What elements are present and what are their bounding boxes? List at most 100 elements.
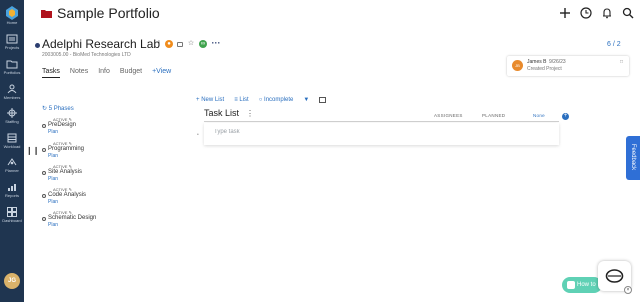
sidebar-item-label: Portfolios [3, 70, 21, 75]
clock-icon[interactable] [580, 7, 592, 19]
workload-icon [7, 133, 17, 143]
close-icon[interactable]: × [624, 286, 632, 294]
none-column-header[interactable]: None [533, 113, 545, 118]
reports-icon [8, 184, 16, 191]
list-view-button[interactable]: ≡ List [234, 97, 249, 103]
info-icon[interactable]: i [157, 40, 161, 48]
divider [204, 121, 559, 122]
members-icon [7, 84, 17, 94]
filter-icon[interactable]: ▼ [303, 97, 309, 103]
project-status-dot [35, 43, 40, 48]
phase-name: PreDesign [48, 122, 77, 128]
top-bar: Sample Portfolio [24, 0, 640, 28]
add-icon[interactable] [559, 7, 571, 19]
orange-status-icon[interactable]: ● [165, 40, 173, 48]
task-input-row [204, 123, 559, 145]
tab-info[interactable]: Info [98, 68, 110, 78]
staffing-icon [7, 108, 17, 118]
sidebar-item-label: Dashboard [2, 218, 22, 223]
activity-date: 9/26/23 [549, 59, 566, 65]
new-list-button[interactable]: + New List [196, 97, 224, 103]
sidebar-item-label: Projects [4, 45, 20, 50]
sidebar-item-projects[interactable]: Projects [0, 34, 24, 50]
star-icon[interactable]: ☆ [187, 40, 195, 48]
add-view-tab[interactable]: +View [152, 68, 171, 78]
projects-icon [6, 34, 18, 44]
comment-icon[interactable]: □ [620, 59, 623, 65]
plus-icon: + [196, 97, 200, 103]
how-to-button[interactable]: How to [562, 277, 602, 293]
phase-name: Site Analysis [48, 169, 83, 175]
calendar-icon[interactable] [319, 97, 327, 103]
more-icon[interactable]: ··· [211, 39, 221, 48]
sidebar-item-members[interactable]: Members [0, 84, 24, 100]
sidebar-item-staffing[interactable]: Staffing [0, 108, 24, 124]
project-actions: i ● ☆ ∞ ··· [157, 39, 221, 48]
member-counter[interactable]: 6 / 2 [607, 41, 621, 48]
sidebar-item-planner[interactable]: Planner [0, 157, 24, 173]
phase-circle-icon: ↻ [42, 106, 48, 112]
phase-circle-icon [42, 148, 46, 152]
feedback-button[interactable]: Feedback [626, 136, 640, 180]
task-list-menu-icon[interactable]: ⋮ [246, 109, 254, 118]
phase-plan-link[interactable]: Plan [48, 153, 58, 159]
avatar[interactable]: JG [4, 273, 20, 289]
avatar: JB [512, 60, 523, 71]
bell-icon[interactable] [601, 7, 613, 19]
check-circle-icon: ○ [258, 97, 263, 103]
list-icon: ≡ [234, 97, 238, 103]
folder-icon [41, 10, 52, 18]
activity-user: James B [527, 59, 547, 65]
search-icon[interactable] [622, 7, 634, 19]
project-tabs: Tasks Notes Info Budget +View [42, 68, 171, 78]
sidebar-item-label: Planner [5, 168, 19, 173]
comment-icon[interactable] [177, 41, 183, 47]
sidebar-item-home[interactable]: Home [0, 13, 24, 25]
add-column-button[interactable]: + [562, 113, 569, 120]
phases-count: 5 Phases [48, 106, 74, 112]
planned-column-header[interactable]: PLANNED [482, 113, 505, 118]
tab-budget[interactable]: Budget [120, 68, 142, 78]
phase-name: Programming [48, 146, 85, 152]
assignees-column-header[interactable]: ASSIGNEES [434, 113, 463, 118]
activity-text: Created Project [527, 66, 562, 72]
task-input[interactable] [214, 129, 414, 135]
top-actions [559, 7, 634, 19]
phase-plan-link[interactable]: Plan [48, 199, 58, 205]
sidebar-item-label: Members [3, 95, 21, 100]
sidebar: Home Projects Portfolios Members Staffin… [0, 0, 24, 302]
activity-card[interactable]: JB James B 9/26/23 Created Project □ [507, 56, 629, 76]
incomplete-filter-button[interactable]: ○ Incomplete [259, 97, 294, 103]
sidebar-item-label: Reports [4, 193, 19, 198]
page-title: Sample Portfolio [57, 5, 160, 21]
tab-notes[interactable]: Notes [70, 68, 88, 78]
how-to-label: How to [577, 282, 596, 288]
phase-circle-icon [42, 217, 46, 221]
project-subtitle: 2003005.00 - BioMed Technologies LTD [42, 52, 131, 58]
sidebar-item-label: Home [6, 20, 18, 25]
drag-handle-icon[interactable]: • [197, 132, 199, 138]
phase-circle-icon [42, 194, 46, 198]
phase-circle-icon [42, 171, 46, 175]
sidebar-item-reports[interactable]: Reports [0, 182, 24, 198]
panel-toggle-icon[interactable]: ❙❙ [26, 146, 39, 155]
task-list-title[interactable]: Task List [204, 108, 239, 118]
phase-circle-icon [42, 124, 46, 128]
dashboard-icon [7, 207, 17, 217]
phase-name: Code Analysis [48, 192, 87, 198]
phase-plan-link[interactable]: Plan [48, 129, 58, 135]
task-toolbar: + New List ≡ List ○ Incomplete ▼ [196, 97, 327, 103]
tab-tasks[interactable]: Tasks [42, 68, 60, 78]
sidebar-item-workload[interactable]: Workload [0, 133, 24, 149]
feedback-label: Feedback [630, 143, 636, 171]
sidebar-item-label: Staffing [5, 119, 19, 124]
sidebar-item-portfolios[interactable]: Portfolios [0, 59, 24, 75]
phase-plan-link[interactable]: Plan [48, 176, 58, 182]
planner-icon [7, 158, 17, 166]
project-title[interactable]: Adelphi Research Lab [42, 37, 160, 51]
folder-icon [6, 60, 18, 69]
sidebar-item-dashboard[interactable]: Dashboard [0, 207, 24, 223]
phase-plan-link[interactable]: Plan [48, 222, 58, 228]
phases-header[interactable]: ↻ 5 Phases [42, 105, 74, 112]
link-icon[interactable]: ∞ [199, 40, 207, 48]
